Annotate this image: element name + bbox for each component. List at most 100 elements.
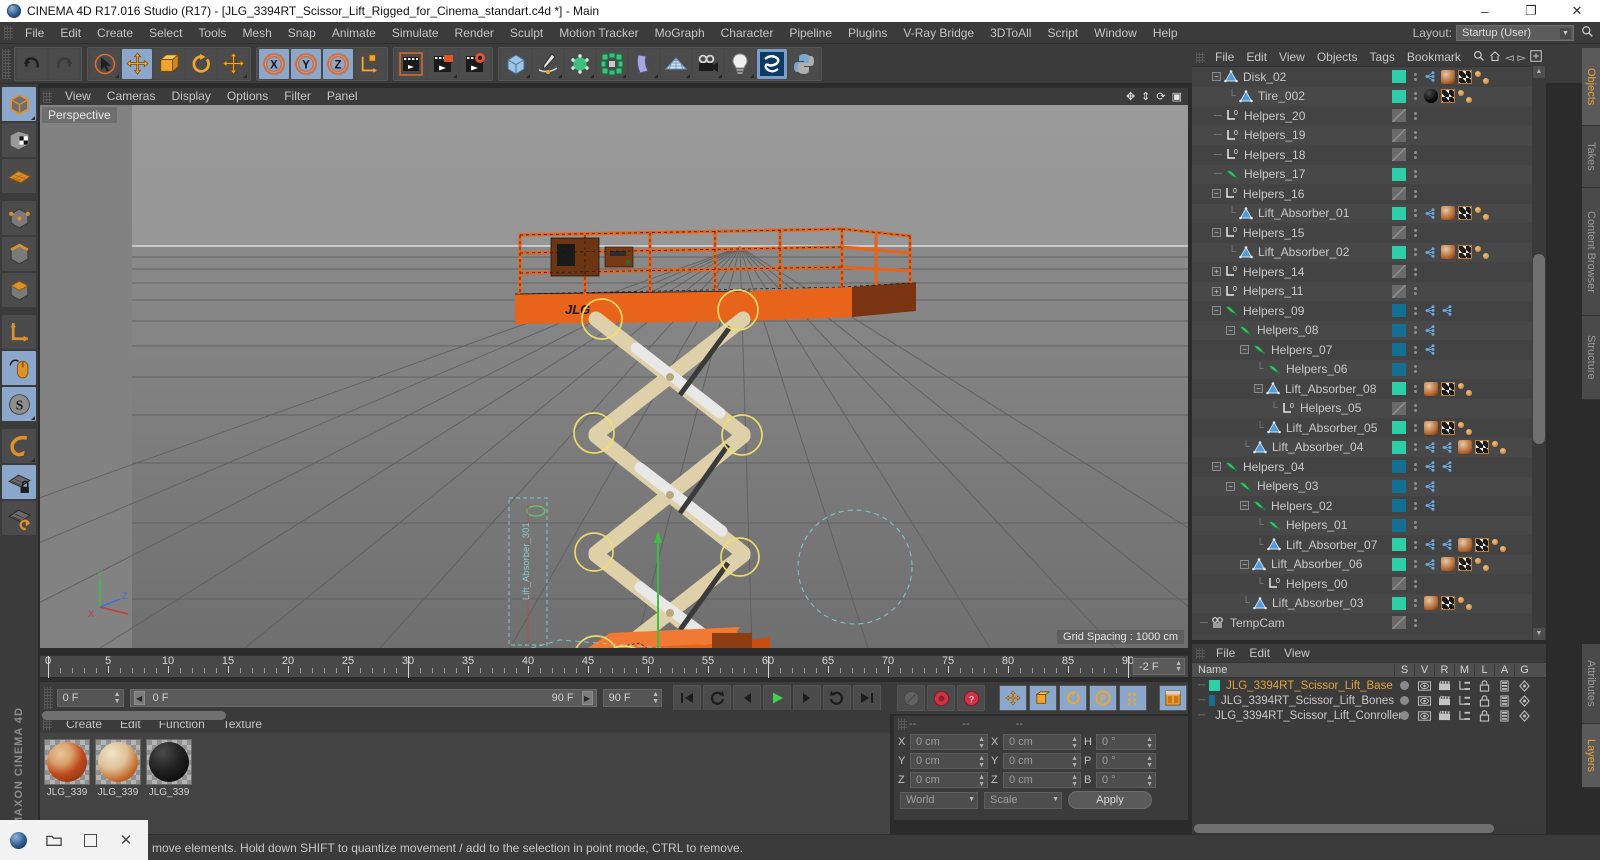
object-layer-swatch[interactable] <box>1392 128 1406 142</box>
add-camera-button[interactable] <box>693 48 723 79</box>
scroll-thumb[interactable] <box>1533 254 1545 444</box>
add-cube-button[interactable] <box>501 48 531 79</box>
record-scale-button[interactable] <box>1029 685 1057 711</box>
manager-toggle[interactable] <box>1454 680 1474 691</box>
xpresso-tag-icon[interactable] <box>1441 440 1455 454</box>
menu-vray-bridge[interactable]: V-Ray Bridge <box>895 22 982 44</box>
object-tree-scrollbar[interactable]: ▲ ▼ <box>1532 66 1546 640</box>
home-icon[interactable] <box>1489 50 1501 65</box>
object-tree-row[interactable]: − Helpers_08 <box>1192 320 1546 340</box>
layer-row[interactable]: ─ JLG_3394RT_Scissor_Lift_Conrollers <box>1192 708 1546 723</box>
object-tree-row[interactable]: └ Lift_Absorber_02 <box>1192 242 1546 262</box>
lock-z-axis-button[interactable]: Z <box>323 48 353 79</box>
visibility-toggle[interactable] <box>1414 695 1434 706</box>
spinner-icon[interactable]: ▲ ▼ <box>1146 755 1153 769</box>
object-name[interactable]: Helpers_17 <box>1244 167 1305 181</box>
visibility-dots-icon[interactable] <box>1414 423 1417 432</box>
visibility-dots-icon[interactable] <box>1414 111 1417 120</box>
texture-tag-icon[interactable] <box>1475 537 1489 552</box>
visibility-dots-icon[interactable] <box>1414 482 1417 491</box>
visibility-dots-icon[interactable] <box>1414 131 1417 140</box>
visibility-dots-icon[interactable] <box>1414 287 1417 296</box>
menu-sculpt[interactable]: Sculpt <box>502 22 551 44</box>
minimize-button[interactable]: – <box>1462 0 1508 22</box>
object-name[interactable]: Helpers_14 <box>1243 265 1304 279</box>
spinner-icon[interactable]: ▲ ▼ <box>652 691 659 705</box>
object-layer-swatch[interactable] <box>1392 245 1406 259</box>
tab-structure[interactable]: Structure <box>1582 316 1600 400</box>
record-pla-button[interactable]: P <box>1089 685 1117 711</box>
phong-tag-icon[interactable] <box>1492 440 1506 455</box>
object-layer-swatch[interactable] <box>1392 440 1406 454</box>
rotation-p-field[interactable]: 0 ° ▲ ▼ <box>1096 752 1156 769</box>
object-menu-view[interactable]: View <box>1273 48 1311 66</box>
object-name[interactable]: Helpers_00 <box>1286 577 1347 591</box>
collapse-icon[interactable]: − <box>1226 481 1235 491</box>
coordinates-grip[interactable] <box>898 718 907 730</box>
visibility-dots-icon[interactable] <box>1414 501 1417 510</box>
object-name[interactable]: TempCam <box>1230 616 1285 630</box>
tab-content-browser[interactable]: Content Browser <box>1582 188 1600 316</box>
add-floor-environment-button[interactable] <box>661 48 691 79</box>
texture-mode-button[interactable] <box>2 123 36 157</box>
spinner-icon[interactable]: ▲ ▼ <box>114 691 121 705</box>
texture-tag-icon[interactable] <box>1475 440 1489 455</box>
viewport-menu-view[interactable]: View <box>57 88 99 105</box>
record-rotation-button[interactable] <box>1059 685 1087 711</box>
spinner-icon[interactable]: ▲ ▼ <box>1071 755 1078 769</box>
apply-button[interactable]: Apply <box>1068 791 1152 809</box>
render-toggle[interactable] <box>1434 710 1454 721</box>
visibility-dots-icon[interactable] <box>1414 189 1417 198</box>
visibility-dots-icon[interactable] <box>1414 72 1417 81</box>
menu-mograph[interactable]: MoGraph <box>647 22 713 44</box>
collapse-icon[interactable]: − <box>1212 189 1221 199</box>
xpresso-tag-icon[interactable] <box>1424 343 1438 357</box>
object-name[interactable]: Helpers_05 <box>1300 401 1361 415</box>
viewport-menu-options[interactable]: Options <box>219 88 276 105</box>
menu-tools[interactable]: Tools <box>190 22 234 44</box>
previous-key-button[interactable] <box>703 685 731 711</box>
layer-color-swatch[interactable] <box>1209 680 1221 691</box>
solo-toggle[interactable] <box>1394 681 1414 690</box>
object-name[interactable]: Helpers_08 <box>1257 323 1318 337</box>
visibility-dots-icon[interactable] <box>1414 248 1417 257</box>
xpresso-tag-icon[interactable] <box>1441 538 1455 552</box>
size-x-field[interactable]: 0 cm ▲ ▼ <box>1003 733 1081 750</box>
visibility-dots-icon[interactable] <box>1414 306 1417 315</box>
menu-mesh[interactable]: Mesh <box>234 22 279 44</box>
object-layer-swatch[interactable] <box>1392 518 1406 532</box>
object-tree-row[interactable]: └ Lift_Absorber_07 <box>1192 535 1546 555</box>
menu-script[interactable]: Script <box>1039 22 1086 44</box>
collapse-icon[interactable]: − <box>1212 462 1221 472</box>
visibility-dots-icon[interactable] <box>1414 579 1417 588</box>
object-layer-swatch[interactable] <box>1392 460 1406 474</box>
object-name[interactable]: Lift_Absorber_04 <box>1272 440 1363 454</box>
timeline-frame-field[interactable]: -2 F ▲ ▼ <box>1133 658 1185 675</box>
object-name[interactable]: Helpers_06 <box>1286 362 1347 376</box>
menu-create[interactable]: Create <box>89 22 141 44</box>
rotation-h-field[interactable]: 0 ° ▲ ▼ <box>1096 733 1156 750</box>
lock-toggle[interactable] <box>1474 694 1494 707</box>
size-z-field[interactable]: 0 cm ▲ ▼ <box>1003 771 1081 788</box>
material-item[interactable]: JLG_339 <box>95 739 141 828</box>
object-name[interactable]: Helpers_04 <box>1243 460 1304 474</box>
object-name[interactable]: Tire_002 <box>1258 89 1305 103</box>
object-tree-row[interactable]: − Helpers_04 <box>1192 457 1546 477</box>
points-mode-button[interactable] <box>2 201 36 235</box>
go-to-end-button[interactable] <box>853 685 881 711</box>
material-preview[interactable] <box>44 739 90 785</box>
material-tag-icon[interactable] <box>1424 420 1438 435</box>
menu-character[interactable]: Character <box>713 22 782 44</box>
xpresso-tag-icon[interactable] <box>1424 70 1438 84</box>
object-layer-swatch[interactable] <box>1392 226 1406 240</box>
phong-tag-icon[interactable] <box>1475 557 1489 572</box>
taskbar-close-icon[interactable]: ✕ <box>108 820 144 860</box>
lock-y-axis-button[interactable]: Y <box>291 48 321 79</box>
generators-toggle[interactable] <box>1514 679 1534 692</box>
phong-tag-icon[interactable] <box>1475 206 1489 221</box>
collapse-icon[interactable]: − <box>1226 325 1235 335</box>
spinner-icon[interactable]: ▲ ▼ <box>1146 774 1153 788</box>
taskbar-app-icon[interactable] <box>0 820 36 860</box>
xpresso-tag-icon[interactable] <box>1424 479 1438 493</box>
xpresso-tag-icon[interactable] <box>1424 323 1438 337</box>
